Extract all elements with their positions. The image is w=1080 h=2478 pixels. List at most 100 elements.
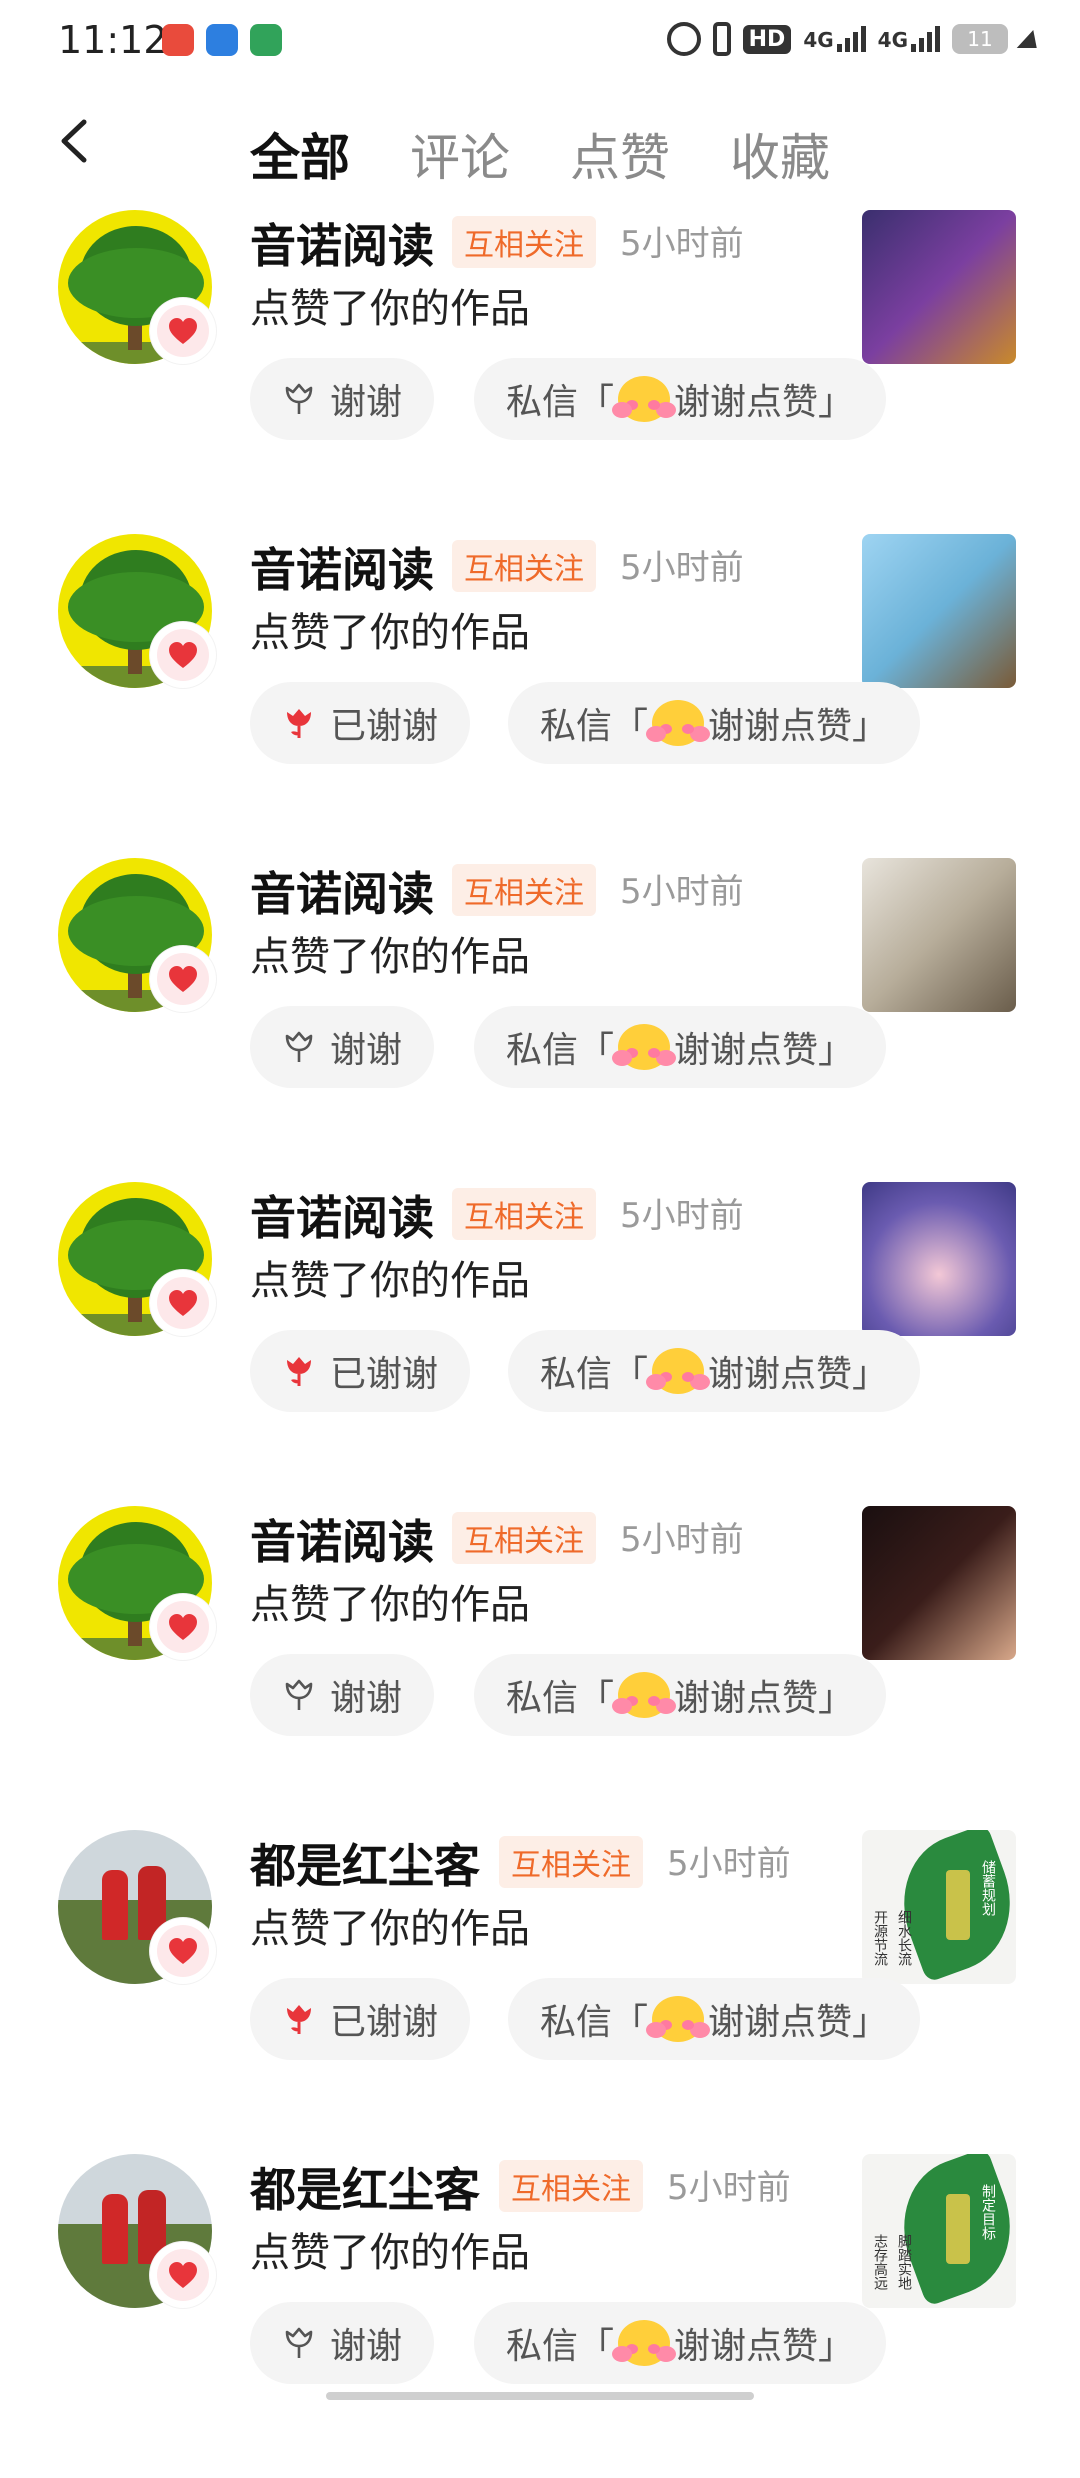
blush-emoji-icon <box>646 700 711 746</box>
action-text: 点赞了你的作品 <box>250 286 530 332</box>
robot-thumbnail[interactable] <box>862 210 1016 364</box>
charging-icon <box>1016 30 1044 48</box>
dm-thanks-button[interactable]: 私信「 谢谢点赞」 <box>474 1006 887 1088</box>
user-name[interactable]: 音诺阅读 <box>250 534 434 600</box>
notification-list: 音诺阅读 互相关注 5小时前 点赞了你的作品 谢谢 私信「 谢谢点赞」 音诺阅读 互相关注 5小时… <box>0 210 1080 2478</box>
home-app-icon <box>250 24 282 56</box>
notification-item[interactable]: 都是红尘客 互相关注 5小时前 点赞了你的作品 开源节流 细水长流 储蓄规划 已谢谢 私信「 谢谢… <box>0 1830 1080 2154</box>
sleeping-girl-thumbnail[interactable] <box>862 1182 1016 1336</box>
thanks-label: 谢谢 <box>330 2326 403 2367</box>
thanks-label: 已谢谢 <box>330 1354 439 1395</box>
tab-comments[interactable]: 评论 <box>410 118 510 190</box>
heart-icon <box>150 946 216 1012</box>
status-time: 11:12 <box>58 18 168 62</box>
thanks-button[interactable]: 谢谢 <box>250 1006 435 1088</box>
tulip-filled-icon <box>282 1354 316 1388</box>
heart-icon <box>150 1594 216 1660</box>
shoe-shop-thumbnail[interactable] <box>862 858 1016 1012</box>
user-name[interactable]: 音诺阅读 <box>250 1506 434 1572</box>
heart-icon <box>150 622 216 688</box>
time-label: 5小时前 <box>620 872 744 912</box>
notification-item[interactable]: 音诺阅读 互相关注 5小时前点赞了你的作品已谢谢 私信「 谢谢点赞」 <box>0 534 1080 858</box>
thanks-label: 已谢谢 <box>330 706 439 747</box>
bank-app-icon <box>206 24 238 56</box>
mutual-follow-badge: 互相关注 <box>452 864 596 916</box>
heart-icon <box>150 1918 216 1984</box>
tulip-filled-icon <box>282 2002 316 2036</box>
thanked-button[interactable]: 已谢谢 <box>250 682 471 764</box>
action-text: 点赞了你的作品 <box>250 1906 530 1952</box>
thanks-label: 已谢谢 <box>330 2002 439 2043</box>
user-name[interactable]: 音诺阅读 <box>250 1182 434 1248</box>
dm-thanks-button[interactable]: 私信「 谢谢点赞」 <box>474 2302 887 2384</box>
user-name[interactable]: 都是红尘客 <box>250 1830 480 1896</box>
hd-icon: HD <box>742 24 792 54</box>
dm-text: 谢谢点赞」 <box>708 706 889 747</box>
dm-prefix: 私信「 <box>506 1678 615 1719</box>
mutual-follow-badge: 互相关注 <box>452 1188 596 1240</box>
tulip-filled-icon <box>282 706 316 740</box>
time-label: 5小时前 <box>620 1520 744 1560</box>
tulip-outline-icon <box>282 1030 316 1064</box>
dm-thanks-button[interactable]: 私信「 谢谢点赞」 <box>508 1330 921 1412</box>
home-indicator[interactable] <box>326 2392 754 2400</box>
time-label: 5小时前 <box>620 224 744 264</box>
tab-favorites[interactable]: 收藏 <box>730 118 830 190</box>
dm-prefix: 私信「 <box>540 1354 649 1395</box>
tab-bar: 全部 评论 点赞 收藏 <box>250 118 830 190</box>
dm-thanks-button[interactable]: 私信「 谢谢点赞」 <box>474 1654 887 1736</box>
dm-text: 谢谢点赞」 <box>674 1678 855 1719</box>
tab-likes[interactable]: 点赞 <box>570 118 670 190</box>
thanks-label: 谢谢 <box>330 1030 403 1071</box>
heart-icon <box>150 298 216 364</box>
thanks-button[interactable]: 谢谢 <box>250 1654 435 1736</box>
dm-text: 谢谢点赞」 <box>708 1354 889 1395</box>
tulip-outline-icon <box>282 2326 316 2360</box>
bird-thumbnail[interactable] <box>862 534 1016 688</box>
status-bar: 11:12 HD 4G 4G 11 <box>0 0 1080 86</box>
mutual-follow-badge: 互相关注 <box>452 540 596 592</box>
thanks-button[interactable]: 谢谢 <box>250 2302 435 2384</box>
notification-item[interactable]: 音诺阅读 互相关注 5小时前 点赞了你的作品 谢谢 私信「 谢谢点赞」 <box>0 210 1080 534</box>
dm-text: 谢谢点赞」 <box>708 2002 889 2043</box>
tulip-outline-icon <box>282 382 316 416</box>
dm-prefix: 私信「 <box>540 2002 649 2043</box>
notification-item[interactable]: 都是红尘客 互相关注 5小时前点赞了你的作品 志存高远 脚踏实地 制定目标谢谢 私信「 谢谢点… <box>0 2154 1080 2478</box>
notification-item[interactable]: 音诺阅读 互相关注 5小时前 点赞了你的作品 谢谢 私信「 谢谢点赞」 <box>0 858 1080 1182</box>
action-text: 点赞了你的作品 <box>250 610 530 656</box>
mutual-follow-badge: 互相关注 <box>499 1836 643 1888</box>
dm-prefix: 私信「 <box>506 1030 615 1071</box>
user-name[interactable]: 都是红尘客 <box>250 2154 480 2220</box>
notification-item[interactable]: 音诺阅读 互相关注 5小时前 点赞了你的作品 谢谢 私信「 谢谢点赞」 <box>0 1506 1080 1830</box>
blush-emoji-icon <box>646 1348 711 1394</box>
blush-emoji-icon <box>612 376 677 422</box>
notification-item[interactable]: 音诺阅读 互相关注 5小时前 点赞了你的作品 已谢谢 私信「 谢谢点赞」 <box>0 1182 1080 1506</box>
time-label: 5小时前 <box>667 2168 791 2208</box>
user-name[interactable]: 音诺阅读 <box>250 858 434 924</box>
dm-prefix: 私信「 <box>506 382 615 423</box>
dm-thanks-button[interactable]: 私信「 谢谢点赞」 <box>474 358 887 440</box>
thanked-button[interactable]: 已谢谢 <box>250 1330 471 1412</box>
heart-icon <box>150 1270 216 1336</box>
signal-icon-1: 4G <box>803 26 866 52</box>
time-label: 5小时前 <box>620 548 744 588</box>
leaf-poster-thumbnail[interactable]: 志存高远 脚踏实地 制定目标 <box>862 2154 1016 2308</box>
action-text: 点赞了你的作品 <box>250 2230 530 2276</box>
leaf-poster-thumbnail[interactable]: 开源节流 细水长流 储蓄规划 <box>862 1830 1016 1984</box>
dm-text: 谢谢点赞」 <box>674 1030 855 1071</box>
thanked-button[interactable]: 已谢谢 <box>250 1978 471 2060</box>
mother-child-thumbnail[interactable] <box>862 1506 1016 1660</box>
thanks-button[interactable]: 谢谢 <box>250 358 435 440</box>
thanks-label: 谢谢 <box>330 1678 403 1719</box>
signal-icon-2: 4G <box>878 26 940 52</box>
back-arrow-icon[interactable] <box>52 118 98 164</box>
header: 全部 评论 点赞 收藏 <box>0 100 1080 200</box>
mutual-follow-badge: 互相关注 <box>499 2160 643 2212</box>
tab-all[interactable]: 全部 <box>250 118 350 190</box>
mutual-follow-badge: 互相关注 <box>452 1512 596 1564</box>
dm-thanks-button[interactable]: 私信「 谢谢点赞」 <box>508 682 921 764</box>
blush-emoji-icon <box>612 1024 677 1070</box>
time-label: 5小时前 <box>620 1196 744 1236</box>
user-name[interactable]: 音诺阅读 <box>250 210 434 276</box>
dm-thanks-button[interactable]: 私信「 谢谢点赞」 <box>508 1978 921 2060</box>
